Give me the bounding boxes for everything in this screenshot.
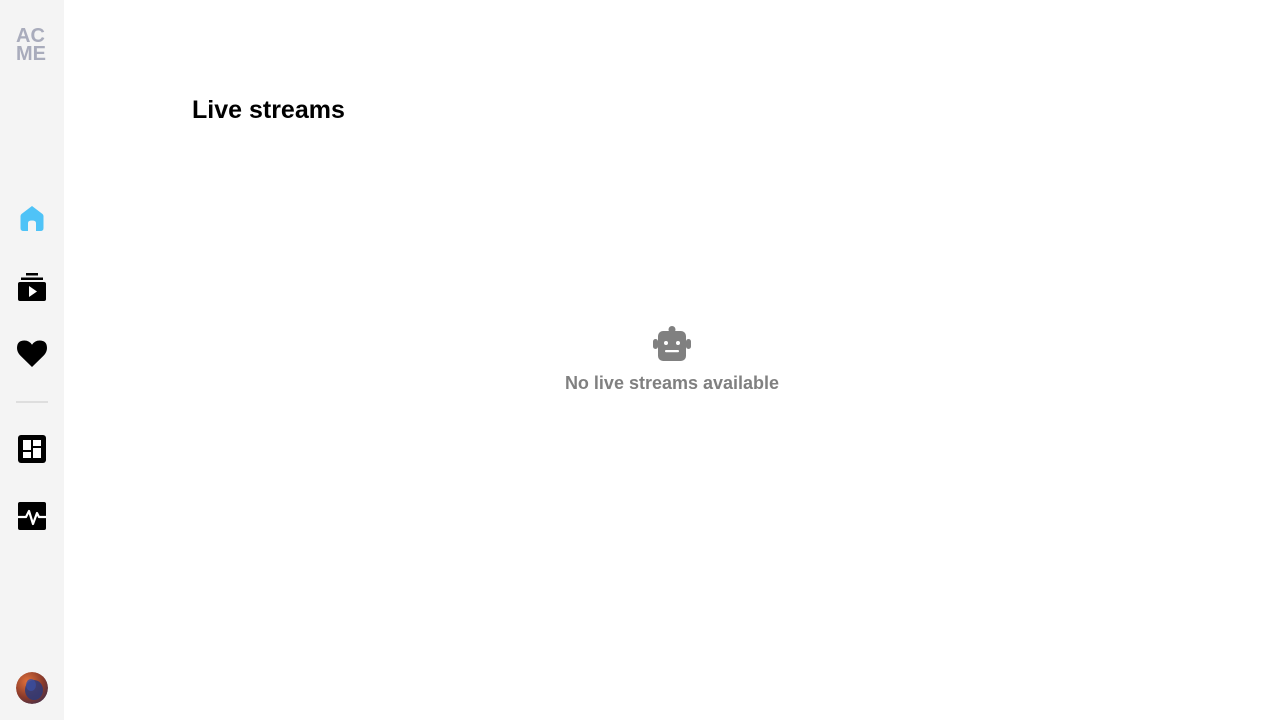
logo-line-2: ME xyxy=(16,43,46,65)
dashboard-icon xyxy=(18,435,46,463)
main-content: Live streams No live streams available xyxy=(64,0,1280,720)
nav-home[interactable] xyxy=(16,202,48,234)
heart-icon xyxy=(17,340,47,367)
nav-favorites[interactable] xyxy=(16,338,48,370)
robot-icon xyxy=(653,326,691,361)
sidebar-divider xyxy=(16,401,48,403)
nav-activity[interactable] xyxy=(16,500,48,532)
empty-state-message: No live streams available xyxy=(564,373,780,393)
acme-logo[interactable]: AC ME xyxy=(16,26,50,65)
empty-state: No live streams available xyxy=(64,326,1280,394)
nav-dashboard[interactable] xyxy=(16,433,48,465)
nav-subscriptions[interactable] xyxy=(16,271,48,303)
page-title: Live streams xyxy=(192,96,345,124)
app-root: AC ME Live streams No live streams avail… xyxy=(0,0,1280,720)
subscriptions-icon xyxy=(18,273,46,301)
avatar-image xyxy=(16,672,48,704)
sidebar: AC ME xyxy=(0,0,64,720)
home-icon xyxy=(20,206,44,231)
user-avatar[interactable] xyxy=(16,672,48,704)
activity-icon xyxy=(18,502,46,530)
